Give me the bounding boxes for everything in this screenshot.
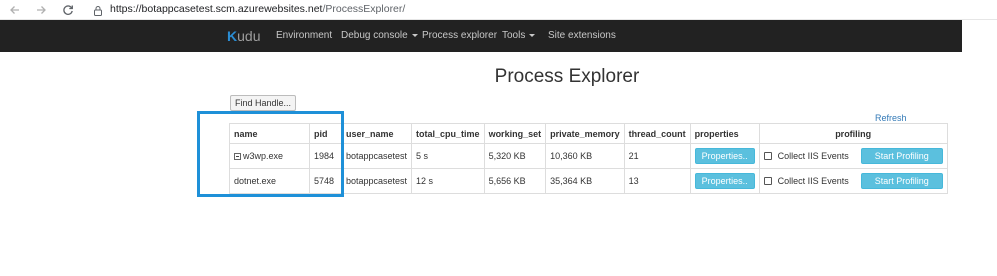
url-path: /ProcessExplorer/ bbox=[322, 3, 406, 15]
find-handle-button[interactable]: Find Handle... bbox=[230, 95, 296, 111]
process-table: name pid user_name total_cpu_time workin… bbox=[229, 123, 948, 194]
private-memory-cell: 35,364 KB bbox=[545, 168, 625, 194]
reload-icon[interactable] bbox=[60, 2, 76, 18]
header-profiling: profiling bbox=[758, 123, 948, 144]
collect-iis-events-checkbox[interactable] bbox=[763, 152, 772, 160]
cpu-time-cell: 12 s bbox=[411, 168, 485, 194]
collect-iis-events-label: Collect IIS Events bbox=[777, 176, 849, 186]
header-user-name[interactable]: user_name bbox=[340, 123, 413, 144]
cpu-time-cell: 5 s bbox=[411, 143, 485, 169]
brand-k: K bbox=[227, 28, 238, 44]
header-working-set[interactable]: working_set bbox=[483, 123, 547, 144]
header-name[interactable]: name bbox=[229, 123, 310, 144]
collect-iis-events-checkbox[interactable] bbox=[763, 177, 772, 185]
process-name-cell[interactable]: w3wp.exe bbox=[229, 143, 310, 169]
url-host: https://botappcasetest.scm.azurewebsites… bbox=[110, 3, 323, 15]
nav-debug-console[interactable]: Debug console bbox=[341, 30, 418, 41]
process-name-cell[interactable]: dotnet.exe bbox=[229, 168, 310, 194]
nav-process-explorer-label: Process explorer bbox=[422, 30, 498, 41]
header-properties: properties bbox=[689, 123, 760, 144]
back-arrow-icon[interactable] bbox=[7, 2, 23, 18]
chevron-down-icon bbox=[529, 33, 536, 37]
header-total-cpu-time[interactable]: total_cpu_time bbox=[411, 123, 485, 144]
properties-button[interactable]: Properties.. bbox=[694, 173, 755, 189]
thread-count-cell: 13 bbox=[623, 168, 691, 194]
properties-cell: Properties.. bbox=[689, 168, 760, 194]
nav-process-explorer[interactable]: Process explorer bbox=[422, 30, 497, 41]
refresh-link[interactable]: Refresh bbox=[875, 113, 907, 123]
forward-arrow-icon[interactable] bbox=[33, 2, 49, 18]
start-profiling-button[interactable]: Start Profiling bbox=[860, 173, 943, 189]
process-name: w3wp.exe bbox=[243, 151, 284, 161]
nav-environment[interactable]: Environment bbox=[276, 30, 332, 41]
working-set-cell: 5,656 KB bbox=[483, 168, 547, 194]
nav-tools-label: Tools bbox=[502, 30, 526, 41]
pid-cell: 5748 bbox=[309, 168, 342, 194]
nav-environment-label: Environment bbox=[276, 30, 333, 41]
process-name: dotnet.exe bbox=[234, 176, 277, 186]
nav-debug-console-label: Debug console bbox=[341, 30, 408, 41]
header-private-memory[interactable]: private_memory bbox=[545, 123, 625, 144]
collapse-icon[interactable] bbox=[234, 153, 241, 160]
properties-cell: Properties.. bbox=[689, 143, 760, 169]
user-name-cell: botappcasetest bbox=[340, 143, 413, 169]
page-title: Process Explorer bbox=[494, 66, 640, 87]
kudu-navbar: Kudu Environment Debug console Process e… bbox=[0, 20, 962, 52]
kudu-brand[interactable]: Kudu bbox=[227, 28, 260, 44]
private-memory-cell: 10,360 KB bbox=[545, 143, 625, 169]
header-pid[interactable]: pid bbox=[309, 123, 342, 144]
address-bar[interactable]: https://botappcasetest.scm.azurewebsites… bbox=[110, 3, 405, 15]
browser-toolbar: https://botappcasetest.scm.azurewebsites… bbox=[0, 0, 997, 20]
nav-site-extensions[interactable]: Site extensions bbox=[548, 30, 616, 41]
nav-tools[interactable]: Tools bbox=[502, 30, 536, 41]
profiling-cell: Collect IIS Events Start Profiling bbox=[758, 168, 948, 194]
table-row[interactable]: dotnet.exe 5748 botappcasetest 12 s 5,65… bbox=[229, 168, 948, 194]
start-profiling-button[interactable]: Start Profiling bbox=[860, 148, 943, 164]
header-thread-count[interactable]: thread_count bbox=[623, 123, 691, 144]
lock-icon[interactable] bbox=[92, 4, 104, 16]
working-set-cell: 5,320 KB bbox=[483, 143, 547, 169]
table-row[interactable]: w3wp.exe 1984 botappcasetest 5 s 5,320 K… bbox=[229, 143, 948, 169]
thread-count-cell: 21 bbox=[623, 143, 691, 169]
nav-site-extensions-label: Site extensions bbox=[548, 30, 616, 41]
properties-button[interactable]: Properties.. bbox=[694, 148, 755, 164]
chevron-down-icon bbox=[411, 33, 418, 37]
table-header-row: name pid user_name total_cpu_time workin… bbox=[229, 123, 948, 144]
brand-rest: udu bbox=[237, 28, 261, 44]
user-name-cell: botappcasetest bbox=[340, 168, 413, 194]
pid-cell: 1984 bbox=[309, 143, 342, 169]
profiling-cell: Collect IIS Events Start Profiling bbox=[758, 143, 948, 169]
collect-iis-events-label: Collect IIS Events bbox=[777, 151, 849, 161]
